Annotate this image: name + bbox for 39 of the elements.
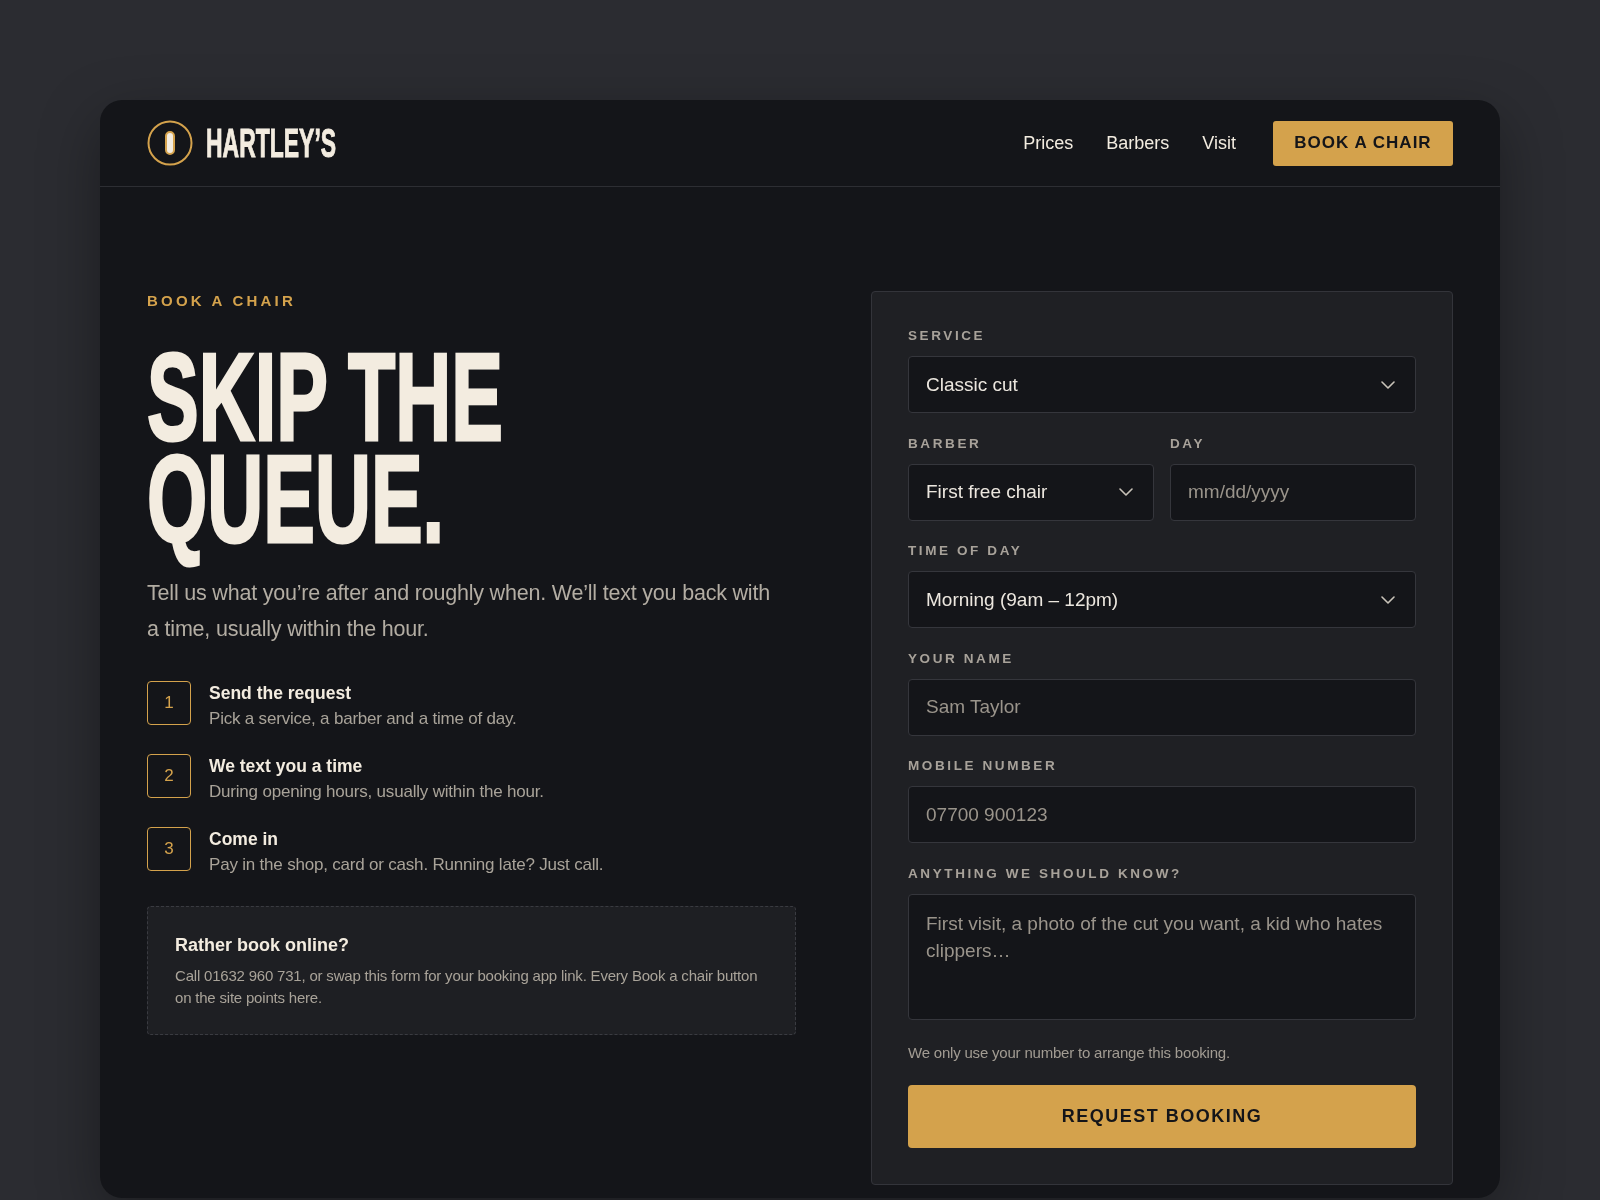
field-label: SERVICE (908, 327, 987, 345)
callout-title: Rather book online? (175, 934, 350, 957)
lead-paragraph: Tell us what you’re after and roughly when. We’ll text you back with a time, usually within the hour. (147, 580, 771, 643)
select-field[interactable]: Morning (9am – 12pm) (908, 571, 1416, 628)
field-label: DAY (1170, 434, 1207, 453)
date-field[interactable]: mm/dd/yyyy (1170, 463, 1416, 521)
step-description: Pick a service, a barber and a time of day. (209, 708, 517, 730)
hero-heading: SKIP THE QUEUE. (147, 346, 504, 570)
field-label: BARBER (908, 434, 983, 453)
step-title: We text you a time (209, 755, 364, 778)
brand-name: HARTLEY’S (206, 121, 337, 165)
eyebrow-label: BOOK A CHAIR (147, 292, 297, 310)
step-description: During opening hours, usually within the hour. (209, 781, 544, 803)
privacy-note: We only use your number to arrange this booking. (908, 1043, 1231, 1063)
step-title: Send the request (209, 682, 352, 705)
field-label: TIME OF DAY (908, 542, 1024, 560)
chevron-down-icon (1119, 488, 1133, 496)
capsule-ring-icon (147, 120, 193, 166)
select-field[interactable]: Classic cut (908, 356, 1416, 413)
chevron-down-icon (1381, 380, 1395, 389)
step-title: Come in (209, 828, 280, 851)
field-label: YOUR NAME (908, 649, 1015, 668)
book-chair-button[interactable]: BOOK A CHAIR (1273, 120, 1453, 166)
step-description: Pay in the shop, card or cash. Running late? Just call. (209, 854, 604, 876)
field-label: ANYTHING WE SHOULD KNOW? (908, 864, 1183, 883)
nav-link[interactable]: Visit (1202, 132, 1236, 154)
field-label: MOBILE NUMBER (908, 757, 1059, 775)
select-field[interactable]: First free chair (908, 463, 1154, 521)
request-booking-button[interactable]: REQUEST BOOKING (908, 1085, 1416, 1148)
text-field[interactable]: Sam Taylor (908, 678, 1416, 736)
step-number: 1 (147, 681, 191, 725)
chevron-down-icon (1381, 595, 1395, 604)
step-number: 3 (147, 827, 191, 871)
step-number: 2 (147, 754, 191, 798)
nav-link[interactable]: Prices (1023, 132, 1074, 154)
text-field[interactable]: 07700 900123 (908, 786, 1416, 843)
nav-link[interactable]: Barbers (1106, 132, 1170, 154)
callout-text: Call 01632 960 731, or swap this form for your booking app link. Every Book a chair button on the site points here. (175, 966, 759, 1008)
textarea-field[interactable]: First visit, a photo of the cut you want, a kid who hates clippers… (908, 893, 1416, 1020)
